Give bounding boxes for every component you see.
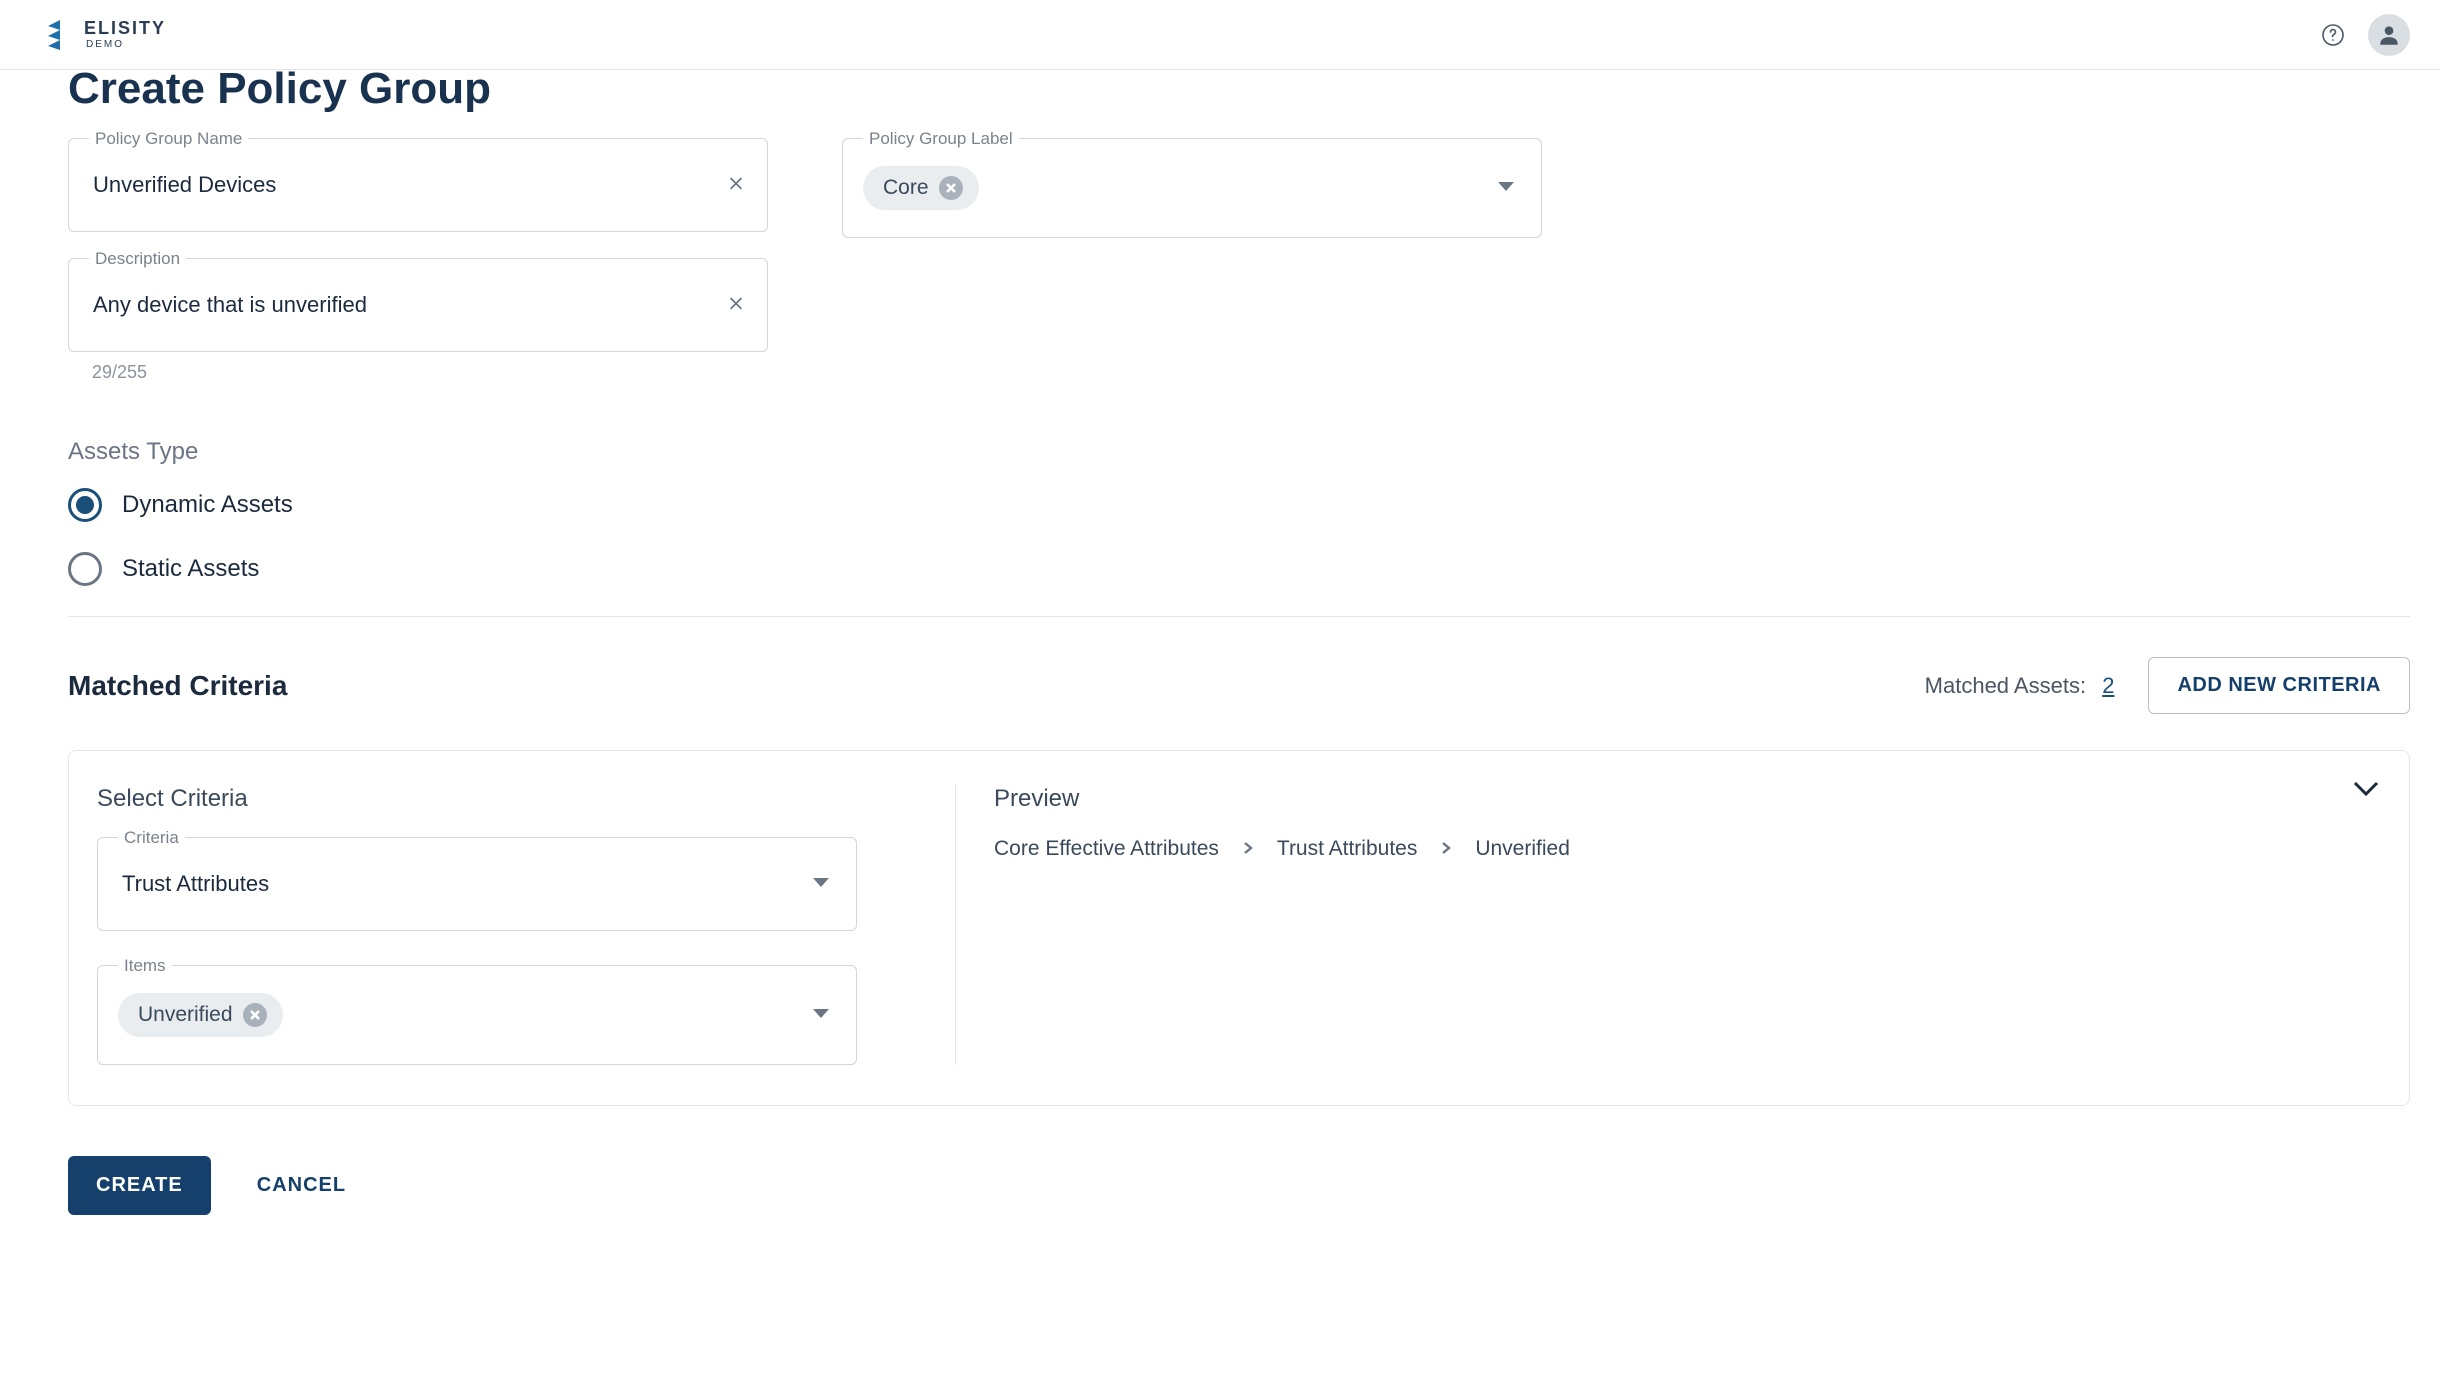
criteria-select[interactable]: Criteria	[97, 837, 857, 931]
crumb: Unverified	[1475, 837, 1570, 861]
help-icon[interactable]	[2320, 22, 2346, 48]
cancel-button[interactable]: CANCEL	[251, 1173, 352, 1198]
field-label: Items	[118, 956, 172, 976]
description-counter: 29/255	[92, 362, 2410, 383]
dropdown-caret-icon[interactable]	[812, 1007, 830, 1023]
collapse-icon[interactable]	[2353, 781, 2379, 800]
create-button[interactable]: CREATE	[68, 1156, 211, 1215]
radio-label: Dynamic Assets	[122, 491, 293, 519]
crumb: Trust Attributes	[1277, 837, 1417, 861]
matched-criteria-title: Matched Criteria	[68, 670, 287, 702]
preview-title: Preview	[994, 785, 2369, 813]
chevron-right-icon	[1241, 837, 1255, 861]
brand-sub: DEMO	[86, 40, 166, 50]
policy-group-label-field[interactable]: Policy Group Label Core	[842, 138, 1542, 238]
matched-assets-count: Matched Assets: 2	[1925, 673, 2115, 699]
spacer	[97, 931, 917, 965]
brand-logo-icon	[46, 20, 74, 50]
field-label: Criteria	[118, 828, 185, 848]
field-label: Policy Group Name	[89, 129, 248, 149]
page-body: Create Policy Group Policy Group Name Po…	[0, 66, 2440, 1255]
chip-remove-icon[interactable]	[243, 1003, 267, 1027]
label-chip: Core	[863, 166, 979, 210]
radio-icon	[68, 552, 102, 586]
criteria-card: Select Criteria Criteria Items Unverifie…	[68, 750, 2410, 1106]
action-row: CREATE CANCEL	[68, 1156, 2410, 1215]
description-input[interactable]	[69, 292, 767, 318]
item-chip: Unverified	[118, 993, 283, 1037]
radio-icon	[68, 488, 102, 522]
policy-group-name-input[interactable]	[69, 172, 767, 198]
dropdown-caret-icon[interactable]	[1497, 180, 1515, 196]
policy-group-name-field[interactable]: Policy Group Name	[68, 138, 768, 232]
divider	[68, 616, 2410, 617]
criteria-value[interactable]	[98, 871, 856, 897]
preview-breadcrumb: Core Effective Attributes Trust Attribut…	[994, 837, 2369, 861]
chip-text: Unverified	[138, 1003, 233, 1027]
clear-icon[interactable]	[727, 175, 745, 196]
assets-type-label: Assets Type	[68, 438, 2410, 466]
page-title: Create Policy Group	[68, 66, 2410, 112]
crumb: Core Effective Attributes	[994, 837, 1219, 861]
radio-static-assets[interactable]: Static Assets	[68, 552, 2410, 586]
field-label: Description	[89, 249, 186, 269]
chevron-right-icon	[1439, 837, 1453, 861]
add-new-criteria-button[interactable]: ADD NEW CRITERIA	[2148, 657, 2410, 714]
matched-assets-link[interactable]: 2	[2102, 673, 2114, 698]
app-header: ELISITY DEMO	[0, 0, 2440, 70]
brand: ELISITY DEMO	[46, 19, 166, 50]
radio-label: Static Assets	[122, 555, 259, 583]
items-select[interactable]: Items Unverified	[97, 965, 857, 1065]
field-label: Policy Group Label	[863, 129, 1019, 149]
clear-icon[interactable]	[727, 295, 745, 316]
select-criteria-title: Select Criteria	[97, 785, 917, 813]
chip-remove-icon[interactable]	[939, 176, 963, 200]
vertical-divider	[955, 785, 956, 1065]
chip-text: Core	[883, 176, 929, 200]
brand-name: ELISITY	[84, 19, 166, 37]
dropdown-caret-icon[interactable]	[812, 876, 830, 892]
description-field[interactable]: Description	[68, 258, 768, 352]
matched-assets-label: Matched Assets:	[1925, 673, 2086, 698]
radio-dynamic-assets[interactable]: Dynamic Assets	[68, 488, 2410, 522]
matched-criteria-header: Matched Criteria Matched Assets: 2 ADD N…	[68, 657, 2410, 714]
avatar[interactable]	[2368, 14, 2410, 56]
